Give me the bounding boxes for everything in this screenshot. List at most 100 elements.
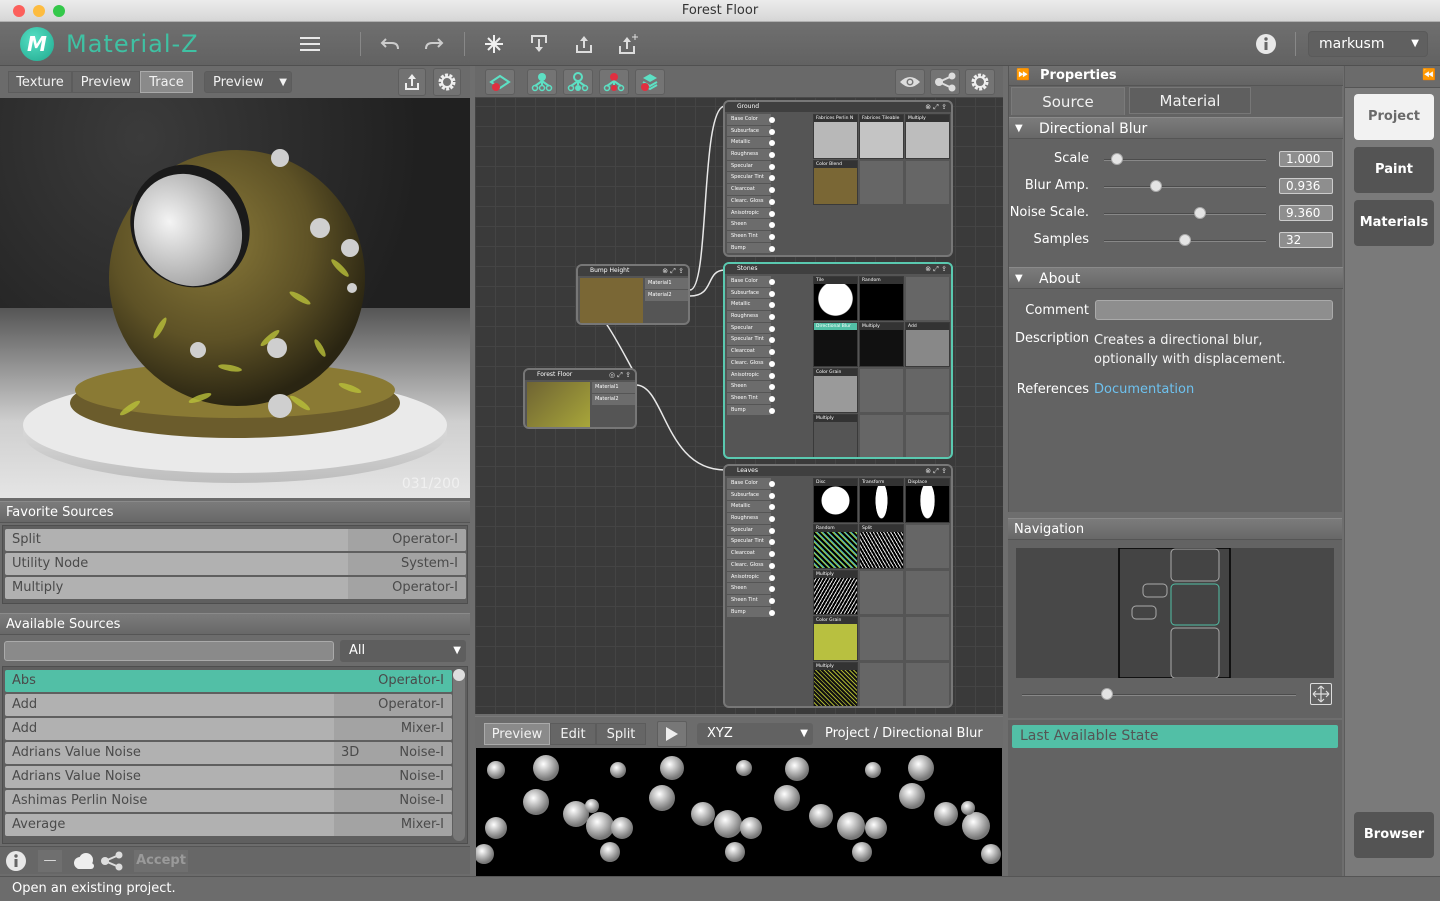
material-input-port[interactable]: Sheen Tint: [727, 230, 775, 243]
minimize-window-button[interactable]: [33, 5, 45, 17]
source-item[interactable]: Adrians Value Noise Noise-I 3D: [5, 742, 452, 764]
list-scrollbar[interactable]: [453, 669, 465, 841]
rail-materials-button[interactable]: Materials: [1354, 200, 1434, 246]
material-input-port[interactable]: Sheen Tint: [727, 594, 775, 607]
menu-icon[interactable]: [298, 32, 322, 56]
slider-knob[interactable]: [1100, 688, 1113, 700]
maximize-window-button[interactable]: [53, 5, 65, 17]
node-stones[interactable]: Stones ⊗ ⤢ ⇪ Base Color Subsurface Metallic…: [723, 262, 953, 459]
material-input-port[interactable]: Metallic: [727, 501, 775, 514]
param-slider[interactable]: [1104, 207, 1266, 219]
redo-icon[interactable]: [422, 32, 446, 56]
expand-panel-icon[interactable]: ⏪: [1422, 68, 1436, 81]
source-item[interactable]: Abs Operator-I: [5, 670, 452, 692]
material-input-port[interactable]: Clearcoat: [727, 346, 775, 358]
documentation-link[interactable]: Documentation: [1094, 382, 1194, 397]
share-icon[interactable]: [930, 69, 960, 95]
output-port[interactable]: Material2: [645, 290, 688, 301]
material-input-port[interactable]: Bump: [727, 404, 775, 417]
preview-image[interactable]: [476, 748, 1002, 876]
tab-material[interactable]: Material: [1129, 87, 1251, 114]
material-input-port[interactable]: Specular Tint: [727, 172, 775, 185]
material-input-port[interactable]: Metallic: [727, 299, 775, 312]
param-value-field[interactable]: 9.360: [1279, 205, 1333, 221]
delete-branch-icon[interactable]: [599, 69, 629, 95]
navigation-minimap[interactable]: [1016, 548, 1334, 678]
asterisk-icon[interactable]: [482, 32, 506, 56]
material-input-port[interactable]: Clearcoat: [727, 548, 775, 560]
material-input-port[interactable]: Roughness: [727, 311, 775, 323]
material-input-port[interactable]: Base Color: [727, 276, 775, 288]
material-input-port[interactable]: Sheen Tint: [727, 392, 775, 405]
3d-render-viewport[interactable]: 031/200: [0, 98, 470, 498]
export-add-icon[interactable]: [617, 32, 641, 56]
history-item[interactable]: Last Available State: [1012, 725, 1338, 748]
param-slider[interactable]: [1104, 180, 1266, 192]
param-slider[interactable]: [1104, 153, 1266, 165]
material-input-port[interactable]: Clearc. Gloss: [727, 357, 775, 370]
node-forest-floor[interactable]: Forest Floor ◎ ⤢ ⇪ Material1 Material2: [523, 368, 637, 429]
close-window-button[interactable]: [13, 5, 25, 17]
material-input-port[interactable]: Base Color: [727, 114, 775, 126]
directional-blur-header[interactable]: ▼ Directional Blur: [1009, 117, 1343, 139]
node-ground[interactable]: Ground ⊗ ⤢ ⇪ Base Color Subsurface Metallic…: [723, 100, 953, 257]
cloud-icon[interactable]: [72, 851, 96, 871]
material-input-port[interactable]: Sheen: [727, 219, 775, 231]
material-input-port[interactable]: Base Color: [727, 478, 775, 490]
tab-trace[interactable]: Trace: [140, 71, 193, 93]
param-slider[interactable]: [1104, 234, 1266, 246]
preview-tab-split[interactable]: Split: [596, 723, 646, 745]
node-leaves[interactable]: Leaves ⊗ ⤢ ⇪ Base Color Subsurface Metallic…: [723, 464, 953, 708]
material-input-port[interactable]: Anisotropic: [727, 207, 775, 220]
add-parent-icon[interactable]: [563, 69, 593, 95]
source-filter-select[interactable]: All ▼: [340, 640, 466, 662]
material-input-port[interactable]: Sheen: [727, 583, 775, 595]
fit-view-icon[interactable]: [1310, 683, 1332, 705]
source-item[interactable]: Ashimas Perlin Noise Noise-I: [5, 790, 452, 812]
material-input-port[interactable]: Roughness: [727, 513, 775, 525]
scrollbar-thumb[interactable]: [453, 669, 465, 681]
favorite-item[interactable]: Utility Node System-I: [5, 553, 466, 575]
source-search-input[interactable]: [4, 641, 334, 661]
param-value-field[interactable]: 32: [1279, 232, 1333, 248]
param-value-field[interactable]: 1.000: [1279, 151, 1333, 167]
material-input-port[interactable]: Metallic: [727, 137, 775, 150]
import-icon[interactable]: [527, 32, 551, 56]
channel-select[interactable]: XYZ ▼: [697, 723, 813, 745]
preview-tab-preview[interactable]: Preview: [484, 723, 550, 745]
output-port[interactable]: Material1: [592, 382, 635, 393]
material-input-port[interactable]: Specular: [727, 160, 775, 173]
info-icon[interactable]: [5, 850, 27, 872]
gear-icon[interactable]: [433, 68, 461, 96]
delete-layer-icon[interactable]: [635, 69, 665, 95]
collapse-panel-icon[interactable]: ⏩: [1016, 68, 1030, 81]
material-input-port[interactable]: Specular Tint: [727, 334, 775, 347]
export-icon[interactable]: [572, 32, 596, 56]
remove-node-icon[interactable]: [485, 69, 515, 95]
slider-knob[interactable]: [1110, 153, 1123, 165]
slider-knob[interactable]: [1179, 234, 1191, 246]
source-item[interactable]: Add Operator-I: [5, 694, 452, 716]
preview-tab-edit[interactable]: Edit: [550, 723, 596, 745]
rail-project-button[interactable]: Project: [1354, 94, 1434, 140]
material-input-port[interactable]: Bump: [727, 606, 775, 619]
about-header[interactable]: ▼ About: [1009, 267, 1343, 289]
material-input-port[interactable]: Clearc. Gloss: [727, 559, 775, 572]
user-dropdown[interactable]: markusm ▼: [1308, 31, 1428, 57]
node-bump-height[interactable]: Bump Height ⊗ ⤢ ⇪ Material1 Material2: [576, 264, 690, 325]
material-input-port[interactable]: Subsurface: [727, 125, 775, 138]
source-item[interactable]: Add Mixer-I: [5, 718, 452, 740]
output-port[interactable]: Material1: [645, 278, 688, 289]
nav-zoom-slider[interactable]: [1022, 688, 1296, 700]
play-icon[interactable]: [657, 721, 687, 747]
material-input-port[interactable]: Subsurface: [727, 287, 775, 300]
tab-texture[interactable]: Texture: [8, 71, 72, 93]
accept-button[interactable]: Accept: [134, 850, 188, 872]
material-input-port[interactable]: Specular: [727, 524, 775, 537]
material-input-port[interactable]: Anisotropic: [727, 369, 775, 382]
mode-select[interactable]: Preview ▼: [204, 71, 292, 93]
favorite-item[interactable]: Split Operator-I: [5, 529, 466, 551]
source-item[interactable]: Adrians Value Noise Noise-I: [5, 766, 452, 788]
output-port[interactable]: Material2: [592, 394, 635, 405]
slider-knob[interactable]: [1193, 207, 1206, 219]
